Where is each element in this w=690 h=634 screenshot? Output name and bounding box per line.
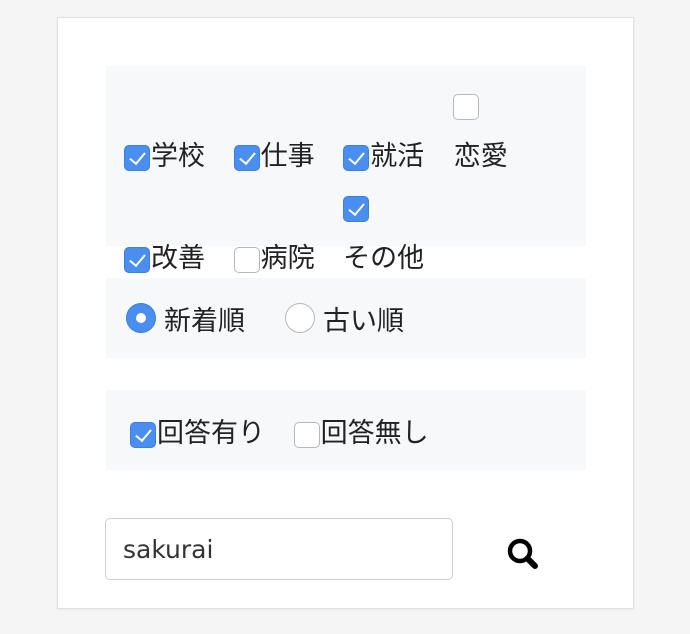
category-option-love[interactable]: 恋愛 (452, 80, 508, 182)
answer-checkbox[interactable] (130, 421, 156, 448)
sort-radio[interactable] (126, 303, 156, 333)
category-option-job-hunting[interactable]: 就活 (343, 131, 424, 182)
search-filter-card: 学校 仕事 就活 恋愛 改善 病院 その他 新着順 古い順 回答有り 回答無し (57, 17, 634, 609)
category-option-work[interactable]: 仕事 (233, 131, 315, 182)
sort-radio[interactable] (285, 303, 315, 333)
category-option-hospital[interactable]: 病院 (233, 233, 315, 284)
category-label: 学校 (151, 141, 205, 172)
search-button[interactable] (498, 532, 548, 578)
category-checkbox[interactable] (124, 145, 150, 171)
sort-label: 新着順 (164, 305, 245, 337)
category-options: 学校 仕事 就活 恋愛 改善 病院 その他 (124, 80, 568, 284)
answer-options: 回答有り 回答無し (130, 411, 449, 450)
sort-order-panel: 新着順 古い順 (106, 278, 586, 358)
category-filter-panel: 学校 仕事 就活 恋愛 改善 病院 その他 (106, 66, 586, 274)
answer-checkbox[interactable] (293, 421, 320, 448)
sort-option-oldest[interactable]: 古い順 (285, 299, 404, 338)
answer-option-answered[interactable]: 回答有り (130, 411, 265, 450)
category-label: 恋愛 (453, 141, 508, 172)
sort-option-newest[interactable]: 新着順 (126, 299, 245, 338)
category-label: 改善 (151, 243, 205, 274)
category-checkbox[interactable] (452, 94, 479, 120)
search-input[interactable] (105, 518, 453, 580)
category-label: 仕事 (260, 141, 315, 172)
search-icon (507, 538, 538, 569)
category-option-other[interactable]: その他 (343, 182, 424, 284)
category-checkbox[interactable] (343, 145, 370, 171)
category-option-improvement[interactable]: 改善 (124, 233, 205, 284)
answer-label: 回答無し (320, 417, 429, 449)
answer-option-unanswered[interactable]: 回答無し (293, 411, 429, 450)
category-checkbox[interactable] (233, 247, 260, 273)
answer-filter-panel: 回答有り 回答無し (106, 390, 586, 470)
answer-label: 回答有り (157, 417, 265, 449)
category-label: 就活 (370, 141, 425, 172)
category-label: 病院 (260, 243, 315, 274)
category-option-school[interactable]: 学校 (124, 131, 205, 182)
category-checkbox[interactable] (124, 247, 150, 273)
sort-label: 古い順 (323, 305, 404, 337)
category-checkbox[interactable] (343, 196, 370, 222)
category-checkbox[interactable] (233, 145, 260, 171)
category-label: その他 (343, 243, 425, 274)
